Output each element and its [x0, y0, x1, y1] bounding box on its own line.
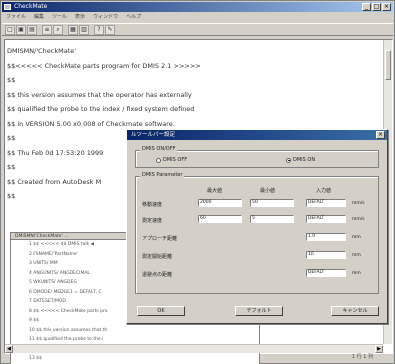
ok-button[interactable]: OK — [137, 306, 185, 316]
unit-label: mm — [352, 271, 361, 276]
row-label-retract-distance: 退避点の距離 — [142, 272, 173, 278]
dmis-parameter-group: DMIS Parameter 最大値 最小値 入力値 移動速度 2000 50 … — [135, 172, 379, 294]
group-label: DMIS Parameter — [140, 172, 185, 178]
scroll-thumb[interactable] — [385, 50, 391, 80]
menu-help[interactable]: ヘルプ — [126, 13, 141, 22]
horizontal-scrollbar[interactable]: ◀ ▶ — [5, 344, 383, 353]
panel-icon[interactable]: ▥ — [79, 24, 89, 35]
menu-file[interactable]: ファイル — [6, 13, 26, 22]
dialog-title: ルツールバー設定 — [127, 130, 387, 140]
help-icon[interactable]: ? — [94, 24, 104, 35]
app-icon — [4, 4, 11, 10]
dmis-settings-dialog: ルツールバー設定 × DMIS ON/OFF DMIS OFF DMIS ON … — [126, 129, 388, 324]
radio-off-label: DMIS OFF — [163, 157, 188, 163]
row-label-approach-distance: アプローチ距離 — [142, 236, 178, 242]
find-icon[interactable]: ⌕ — [53, 24, 63, 35]
menu-window[interactable]: ウィンドウ — [93, 13, 118, 22]
unit-label: mm/s — [352, 201, 365, 206]
row-label-measure-speed: 測定速度 — [142, 218, 163, 224]
col-header-max: 最大値 — [207, 188, 223, 194]
radio-off-icon — [156, 157, 161, 163]
list-icon[interactable]: ≡ — [42, 24, 52, 35]
approach-distance-field[interactable]: 1.0 — [306, 233, 346, 241]
unit-label: mm — [352, 253, 361, 258]
measure-speed-value-field[interactable]: DEFALT — [306, 215, 346, 223]
col-header-min: 最小値 — [260, 188, 276, 194]
maximize-icon[interactable]: □ — [372, 3, 381, 11]
close-icon[interactable]: × — [382, 3, 391, 11]
open-file-icon[interactable]: ▣ — [16, 24, 26, 35]
cancel-button[interactable]: キャンセル — [331, 306, 379, 316]
app-window: CheckMate _ □ × ファイル 編集 ツール 表示 ウィンドウ ヘルプ… — [0, 0, 395, 364]
row-label-measure-start-distance: 測定開始距離 — [142, 254, 173, 260]
measure-speed-min-field[interactable]: 5 — [250, 215, 294, 223]
scroll-right-icon[interactable]: ▶ — [375, 345, 383, 353]
radio-on-icon — [286, 157, 291, 163]
col-header-value: 入力値 — [316, 188, 332, 194]
save-file-icon[interactable]: ▤ — [27, 24, 37, 35]
menu-edit[interactable]: 編集 — [34, 13, 44, 22]
toolbar: □ ▣ ▤ ≡ ⌕ ▦ ▥ ? ✎ — [2, 23, 393, 36]
grid-icon[interactable]: ▦ — [68, 24, 78, 35]
dialog-close-icon[interactable]: × — [376, 131, 385, 139]
code-line: $$ qualified the probe to the index / fi… — [7, 105, 195, 113]
unit-label: mm — [352, 235, 361, 240]
menu-tools[interactable]: ツール — [52, 13, 67, 22]
window-controls: _ □ × — [362, 3, 391, 11]
measure-start-distance-field[interactable]: 10 — [306, 251, 346, 259]
edit-icon[interactable]: ✎ — [105, 24, 115, 35]
menu-view[interactable]: 表示 — [75, 13, 85, 22]
group-label: DMIS ON/OFF — [140, 146, 178, 152]
code-line: $$ — [7, 76, 16, 84]
new-file-icon[interactable]: □ — [5, 24, 15, 35]
move-speed-min-field[interactable]: 50 — [250, 199, 294, 207]
move-speed-value-field[interactable]: DEFALT — [306, 199, 346, 207]
default-button[interactable]: デフォルト — [235, 306, 283, 316]
row-label-move-speed: 移動速度 — [142, 202, 163, 208]
radio-dmis-on[interactable]: DMIS ON — [286, 157, 315, 163]
title-bar: CheckMate _ □ × — [2, 2, 393, 12]
radio-on-label: DMIS ON — [293, 157, 316, 163]
retract-distance-field[interactable]: DEFALT — [306, 269, 346, 277]
move-speed-max-field[interactable]: 2000 — [198, 199, 242, 207]
menu-bar: ファイル 編集 ツール 表示 ウィンドウ ヘルプ — [2, 13, 393, 22]
scroll-left-icon[interactable]: ◀ — [5, 345, 13, 353]
code-line: DMISMN/'CheckMate' — [7, 47, 77, 55]
unit-label: mm/s — [352, 217, 365, 222]
radio-dmis-off[interactable]: DMIS OFF — [156, 157, 187, 163]
dmis-onoff-group: DMIS ON/OFF DMIS OFF DMIS ON — [135, 146, 379, 168]
measure-speed-max-field[interactable]: 60 — [198, 215, 242, 223]
minimize-icon[interactable]: _ — [362, 3, 371, 11]
window-title: CheckMate — [14, 3, 48, 10]
code-line: $$ this version assumes that the operato… — [7, 90, 192, 99]
status-bar: 1 行 1 列 — [351, 354, 373, 360]
code-line: $$<<<<< CheckMate parts program for DMIS… — [7, 61, 201, 70]
list-item[interactable]: 10 $$ this version assumes that th — [11, 326, 259, 336]
